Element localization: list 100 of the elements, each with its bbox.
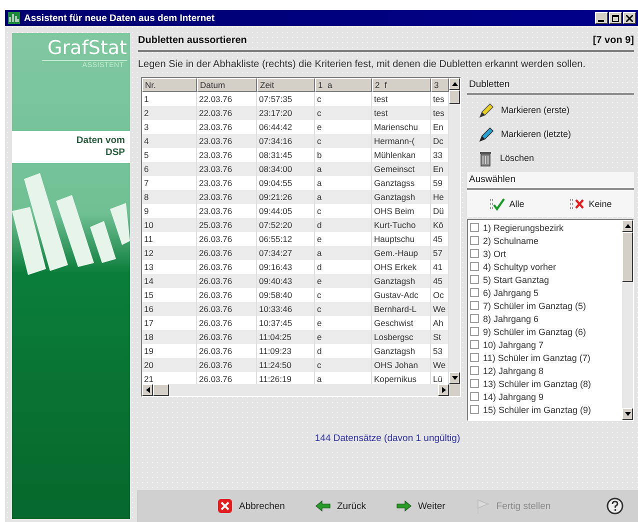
table-cell: 14 <box>142 274 197 288</box>
criteria-item[interactable]: 1) Regierungsbezirk <box>468 221 622 234</box>
table-cell: a <box>315 190 372 204</box>
column-header[interactable]: Datum <box>197 78 257 92</box>
criteria-item[interactable]: 12) Jahrgang 8 <box>468 364 622 377</box>
close-icon <box>626 14 633 22</box>
table-cell: 8 <box>142 190 197 204</box>
table-cell: c <box>315 302 372 316</box>
criteria-item[interactable]: 8) Jahrgang 6 <box>468 312 622 325</box>
mark-button[interactable]: Markieren (erste) <box>467 98 634 122</box>
right-arrow-icon <box>396 500 412 512</box>
next-button[interactable]: Weiter <box>390 497 452 515</box>
table-cell: 16 <box>142 302 197 316</box>
criteria-label: 6) Jahrgang 5 <box>483 288 539 298</box>
column-header[interactable]: Nr. <box>142 78 197 92</box>
table-cell: 23.03.76 <box>197 190 257 204</box>
checkmark-icon <box>489 197 506 211</box>
table-cell: 23:17:20 <box>257 106 315 120</box>
scrollbar-corner <box>449 384 460 396</box>
table-cell: 57 <box>431 246 449 260</box>
checkbox[interactable] <box>470 379 479 388</box>
vertical-scrollbar[interactable] <box>622 220 633 420</box>
table-cell: a <box>315 162 372 176</box>
table-cell: En <box>431 162 449 176</box>
checkbox[interactable] <box>470 405 479 414</box>
checkbox[interactable] <box>470 392 479 401</box>
checkbox[interactable] <box>470 366 479 375</box>
table-cell: 18 <box>142 330 197 344</box>
column-header[interactable]: Zeit <box>257 78 315 92</box>
criteria-item[interactable]: 2) Schulname <box>468 234 622 247</box>
criteria-item[interactable]: 11) Schüler im Ganztag (7) <box>468 351 622 364</box>
table-cell: d <box>315 218 372 232</box>
table-cell: 10:33:46 <box>257 302 315 316</box>
table-cell: 26.03.76 <box>197 274 257 288</box>
table-cell: tes <box>431 106 449 120</box>
record-count-link[interactable]: 144 Datensätze (davon 1 ungültig) <box>314 433 460 444</box>
criteria-item[interactable]: 6) Jahrgang 5 <box>468 286 622 299</box>
table-cell: 09:40:43 <box>257 274 315 288</box>
criteria-item[interactable]: 15) Schüler im Ganztag (9) <box>468 403 622 416</box>
criteria-item[interactable]: 4) Schultyp vorher <box>468 260 622 273</box>
left-arrow-icon <box>314 500 331 512</box>
maximize-button[interactable] <box>609 12 622 24</box>
horizontal-scrollbar[interactable] <box>142 384 460 396</box>
select-all-button[interactable]: Alle <box>483 195 530 213</box>
table-cell: Ganztagsh <box>372 190 431 204</box>
table-cell: Kurt-Tucho <box>372 218 431 232</box>
table-cell: 22.03.76 <box>197 106 257 120</box>
column-header[interactable]: 1 a <box>315 78 372 92</box>
criteria-label: 10) Jahrgang 7 <box>483 340 544 350</box>
close-button[interactable] <box>623 12 636 24</box>
criteria-item[interactable]: 14) Jahrgang 9 <box>468 390 622 403</box>
checkbox[interactable] <box>470 223 479 232</box>
checkbox[interactable] <box>470 275 479 284</box>
column-header[interactable]: 3 <box>431 78 449 92</box>
checkbox[interactable] <box>470 301 479 310</box>
up-arrow-icon <box>624 224 630 228</box>
select-none-button[interactable]: Keine <box>562 195 618 213</box>
criteria-item[interactable]: 13) Schüler im Ganztag (8) <box>468 377 622 390</box>
table-cell: 25.03.76 <box>197 218 257 232</box>
checkbox[interactable] <box>470 262 479 271</box>
logo-text: GrafStat <box>46 36 128 59</box>
delete-button[interactable]: Löschen <box>467 146 634 170</box>
criteria-item[interactable]: 3) Ort <box>468 247 622 260</box>
checkbox[interactable] <box>470 327 479 336</box>
criteria-label: 2) Schulname <box>483 236 539 246</box>
checkbox[interactable] <box>470 353 479 362</box>
table-cell: 12 <box>142 246 197 260</box>
scrollbar-thumb[interactable] <box>449 90 460 104</box>
criteria-label: 8) Jahrgang 6 <box>483 314 539 324</box>
down-arrow-icon <box>624 412 630 416</box>
table-cell: Kö <box>431 218 449 232</box>
scrollbar-thumb[interactable] <box>153 384 169 396</box>
table-cell: c <box>315 358 372 372</box>
back-button[interactable]: Zurück <box>308 497 372 515</box>
vertical-scrollbar[interactable] <box>449 78 460 384</box>
checkbox[interactable] <box>470 340 479 349</box>
window-title: Assistent für neue Daten aus dem Internet <box>24 12 216 24</box>
cancel-button[interactable]: Abbrechen <box>211 495 291 517</box>
criteria-item[interactable]: 9) Schüler im Ganztag (6) <box>468 325 622 338</box>
section-title: Dubletten <box>467 77 634 95</box>
column-header[interactable]: 2 f <box>372 78 431 92</box>
table-cell: 11:04:25 <box>257 330 315 344</box>
scrollbar-thumb[interactable] <box>622 232 633 282</box>
criteria-item[interactable]: 7) Schüler im Ganztag (5) <box>468 299 622 312</box>
checkbox[interactable] <box>470 314 479 323</box>
table-cell: St <box>431 330 449 344</box>
criteria-item[interactable]: 10) Jahrgang 7 <box>468 338 622 351</box>
checkbox[interactable] <box>470 288 479 297</box>
table-cell: Dc <box>431 134 449 148</box>
table-cell: We <box>431 302 449 316</box>
criteria-item[interactable]: 5) Start Ganztag <box>468 273 622 286</box>
minimize-button[interactable] <box>595 12 608 24</box>
criteria-label: 14) Jahrgang 9 <box>483 392 544 402</box>
mark-button[interactable]: Markieren (letzte) <box>467 122 634 146</box>
table-cell: Ganztagsh <box>372 274 431 288</box>
checkbox[interactable] <box>470 249 479 258</box>
criteria-label: 11) Schüler im Ganztag (7) <box>483 352 590 362</box>
checkbox[interactable] <box>470 236 479 245</box>
table-cell: 07:52:20 <box>257 218 315 232</box>
criteria-label: 12) Jahrgang 8 <box>483 366 544 376</box>
